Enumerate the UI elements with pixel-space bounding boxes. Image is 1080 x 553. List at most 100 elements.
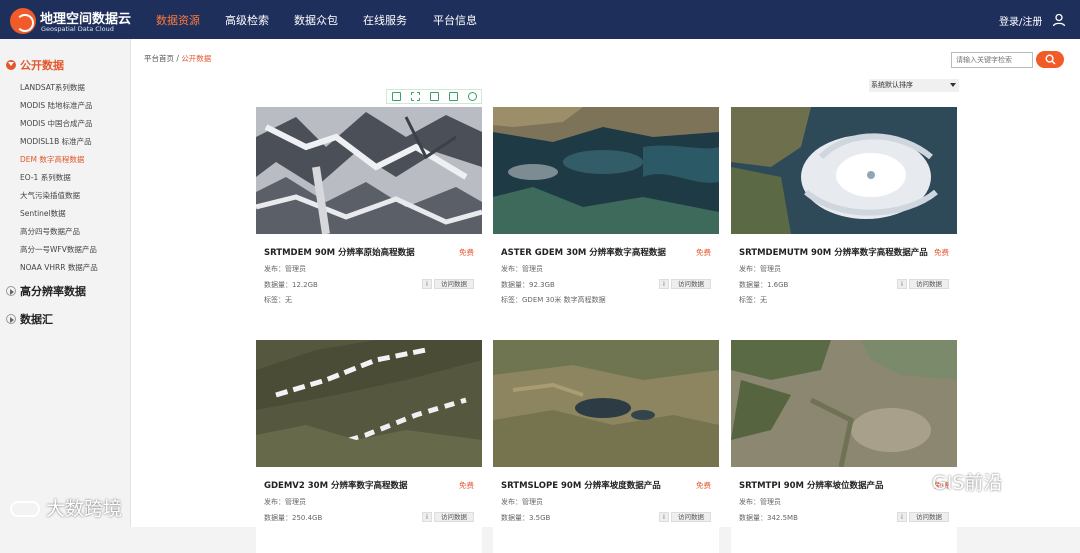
share-icon[interactable] (449, 92, 458, 101)
sidebar-item-gf1-wfv[interactable]: 高分一号WFV数据产品 (20, 244, 97, 255)
nav-item-platform-info[interactable]: 平台信息 (433, 12, 477, 28)
dataset-thumbnail[interactable] (731, 340, 957, 467)
visit-data-button[interactable]: 访问数据 (434, 512, 474, 522)
info-button[interactable]: i (897, 512, 907, 522)
sidebar-section-data-hub[interactable]: 数据汇 (6, 311, 53, 327)
fullscreen-icon[interactable] (411, 92, 420, 101)
chevron-right-icon (6, 286, 16, 296)
nav-item-online-services[interactable]: 在线服务 (363, 12, 407, 28)
site-logo[interactable]: 地理空间数据云 Geospatial Data Cloud (10, 6, 135, 34)
dataset-thumbnail[interactable] (256, 340, 482, 467)
chevron-down-icon (6, 60, 16, 70)
sidebar-item-modisl1b[interactable]: MODISL1B 标准产品 (20, 136, 92, 147)
dataset-title[interactable]: SRTMDEMUTM 90M 分辨率数字高程数据产品 (739, 246, 928, 258)
visit-data-button[interactable]: 访问数据 (909, 512, 949, 522)
visit-data-button[interactable]: 访问数据 (671, 512, 711, 522)
dataset-size: 数据量：342.5MB (739, 514, 798, 522)
dataset-title[interactable]: SRTMTPI 90M 分辨率坡位数据产品 (739, 479, 883, 491)
dataset-thumbnail[interactable] (493, 340, 719, 467)
dataset-size: 数据量：12.2GB (264, 281, 318, 289)
sidebar-item-modis-china[interactable]: MODIS 中国合成产品 (20, 118, 93, 129)
search-icon (1045, 54, 1056, 65)
dataset-publisher: 发布：管理员 (264, 265, 306, 273)
copy-icon[interactable] (392, 92, 401, 101)
sidebar-item-dem[interactable]: DEM 数字高程数据 (20, 154, 84, 165)
info-button[interactable]: i (897, 279, 907, 289)
watermark-right: GIS前沿 (898, 468, 1002, 495)
info-button[interactable]: i (422, 279, 432, 289)
login-register-link[interactable]: 登录/注册 (999, 13, 1042, 28)
dataset-card[interactable]: ASTER GDEM 30M 分辨率数字高程数据 免费 发布：管理员 数据量：9… (493, 107, 719, 320)
dataset-size: 数据量：1.6GB (739, 281, 789, 289)
sidebar-item-air-pollution[interactable]: 大气污染插值数据 (20, 190, 80, 201)
price-badge: 免费 (696, 481, 711, 490)
image-icon[interactable] (430, 92, 439, 101)
info-button[interactable]: i (422, 512, 432, 522)
sidebar: 公开数据 LANDSAT系列数据 MODIS 陆地标准产品 MODIS 中国合成… (0, 39, 131, 527)
top-navigation-bar: 地理空间数据云 Geospatial Data Cloud 数据资源 高级检索 … (0, 0, 1080, 39)
gear-icon[interactable] (468, 92, 477, 101)
nav-item-data-resources[interactable]: 数据资源 (156, 12, 200, 28)
chevron-right-icon (6, 314, 16, 324)
sidebar-item-sentinel[interactable]: Sentinel数据 (20, 208, 66, 219)
dataset-thumbnail[interactable] (493, 107, 719, 234)
search-input[interactable] (951, 52, 1033, 68)
image-toolbar (386, 89, 482, 104)
dataset-card[interactable]: SRTMDEM 90M 分辨率原始高程数据 免费 发布：管理员 数据量：12.2… (256, 107, 482, 320)
visit-data-button[interactable]: 访问数据 (434, 279, 474, 289)
dataset-tags: 标签：无 (264, 296, 292, 304)
sidebar-section-label: 公开数据 (20, 59, 64, 72)
nav-item-advanced-search[interactable]: 高级检索 (225, 12, 269, 28)
watermark-right-text: GIS前沿 (932, 472, 1003, 494)
watermark-left: 大数跨境 (10, 494, 122, 521)
breadcrumb-separator: / (176, 54, 179, 63)
info-button[interactable]: i (659, 279, 669, 289)
dataset-title[interactable]: SRTMSLOPE 90M 分辨率坡度数据产品 (501, 479, 661, 491)
search-button[interactable] (1036, 51, 1064, 68)
dataset-title[interactable]: SRTMDEM 90M 分辨率原始高程数据 (264, 246, 415, 258)
breadcrumb: 平台首页 / 公开数据 (144, 53, 211, 64)
sort-select-value: 系统默认排序 (871, 81, 913, 89)
info-button[interactable]: i (659, 512, 669, 522)
dataset-thumbnail[interactable] (731, 107, 957, 234)
dataset-publisher: 发布：管理员 (739, 265, 781, 273)
visit-data-button[interactable]: 访问数据 (671, 279, 711, 289)
nav-item-data-crowdsourcing[interactable]: 数据众包 (294, 12, 338, 28)
dataset-tags: 标签：无 (739, 296, 767, 304)
breadcrumb-current: 公开数据 (181, 54, 212, 63)
dataset-card[interactable]: SRTMTPI 90M 分辨率坡位数据产品 免费 发布：管理员 数据量：342.… (731, 340, 957, 553)
dataset-card[interactable]: SRTMDEMUTM 90M 分辨率数字高程数据产品 免费 发布：管理员 数据量… (731, 107, 957, 320)
sidebar-section-public-data[interactable]: 公开数据 (6, 57, 64, 73)
user-icon[interactable] (1052, 13, 1066, 27)
sidebar-item-noaa-vhrr[interactable]: NOAA VHRR 数据产品 (20, 262, 98, 273)
dataset-title[interactable]: GDEMV2 30M 分辨率数字高程数据 (264, 479, 408, 491)
visit-data-button[interactable]: 访问数据 (909, 279, 949, 289)
dataset-card[interactable]: GDEMV2 30M 分辨率数字高程数据 免费 发布：管理员 数据量：250.4… (256, 340, 482, 553)
dataset-card[interactable]: SRTMSLOPE 90M 分辨率坡度数据产品 免费 发布：管理员 数据量：3.… (493, 340, 719, 553)
price-badge: 免费 (459, 248, 474, 257)
dataset-tags: 标签：GDEM 30米 数字高程数据 (501, 296, 606, 304)
price-badge: 免费 (696, 248, 711, 257)
sidebar-section-high-resolution[interactable]: 高分辨率数据 (6, 283, 86, 299)
breadcrumb-home[interactable]: 平台首页 (144, 54, 174, 63)
sidebar-section-label: 高分辨率数据 (20, 285, 86, 298)
dataset-thumbnail[interactable] (256, 107, 482, 234)
main-content: 平台首页 / 公开数据 系统默认排序 SRTMD (131, 39, 1080, 553)
sidebar-item-eo1[interactable]: EO-1 系列数据 (20, 172, 71, 183)
price-badge: 免费 (459, 481, 474, 490)
chevron-down-icon (950, 83, 956, 87)
dataset-publisher: 发布：管理员 (501, 265, 543, 273)
dataset-size: 数据量：92.3GB (501, 281, 555, 289)
watermark-logo-icon (10, 501, 40, 517)
sort-select[interactable]: 系统默认排序 (869, 79, 959, 92)
dataset-publisher: 发布：管理员 (739, 498, 781, 506)
logo-icon (10, 8, 36, 34)
sidebar-item-gf4[interactable]: 高分四号数据产品 (20, 226, 80, 237)
price-badge: 免费 (934, 248, 949, 257)
sidebar-item-modis-land[interactable]: MODIS 陆地标准产品 (20, 100, 93, 111)
sidebar-item-landsat[interactable]: LANDSAT系列数据 (20, 82, 85, 93)
dataset-title[interactable]: ASTER GDEM 30M 分辨率数字高程数据 (501, 246, 666, 258)
dataset-publisher: 发布：管理员 (264, 498, 306, 506)
logo-subtitle: Geospatial Data Cloud (41, 25, 114, 33)
dataset-size: 数据量：250.4GB (264, 514, 323, 522)
